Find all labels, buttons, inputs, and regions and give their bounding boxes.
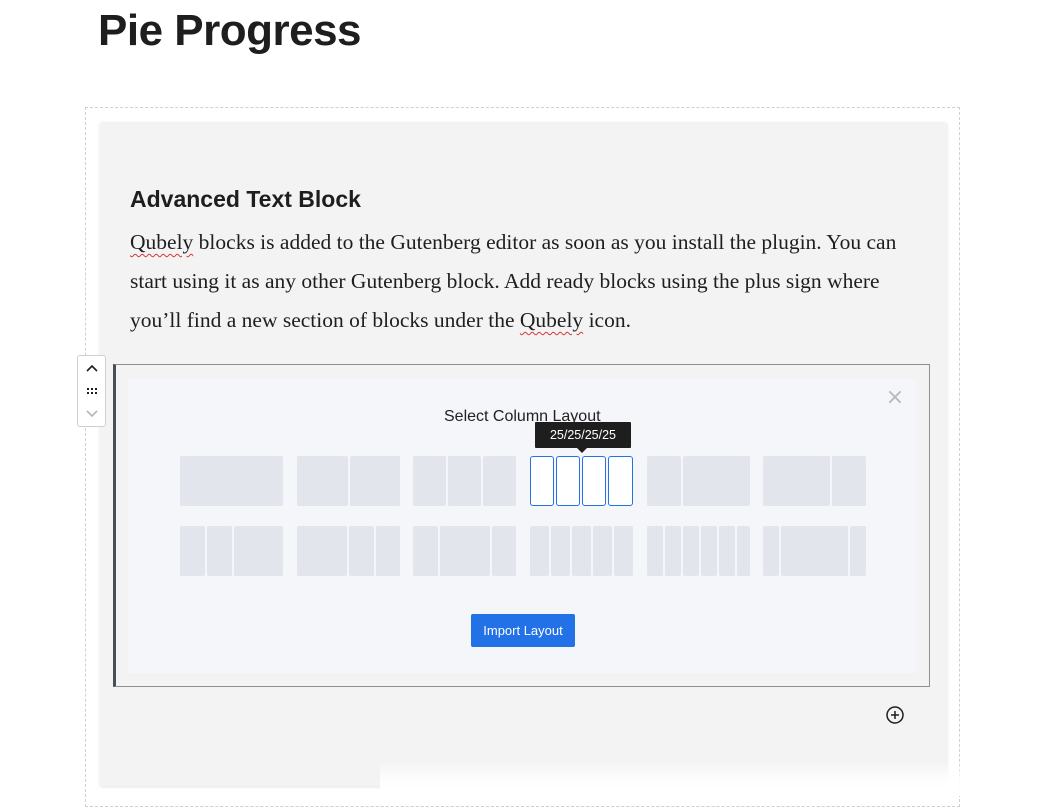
layout-option-25-50-25[interactable]	[413, 526, 516, 576]
layout-option-20-20-20-20-20[interactable]	[530, 526, 633, 576]
layout-column	[608, 456, 633, 506]
move-up-button[interactable]	[78, 357, 105, 379]
paragraph-text: icon.	[583, 308, 631, 332]
layout-column	[647, 526, 663, 576]
drag-handle-icon	[86, 388, 97, 394]
layout-option-50-50[interactable]	[297, 456, 400, 506]
advanced-text-paragraph[interactable]: Qubely blocks is added to the Gutenberg …	[130, 223, 910, 340]
block-mover	[77, 355, 106, 427]
spellcheck-word: Qubely	[519, 308, 584, 332]
layout-option-66-33[interactable]	[763, 456, 866, 506]
layout-tooltip: 25/25/25/25	[535, 422, 631, 453]
layout-column	[781, 526, 848, 576]
layout-column	[614, 526, 633, 576]
layout-column	[492, 526, 516, 576]
layout-option-16-16-16-16-16-16[interactable]	[647, 526, 750, 576]
advanced-text-heading[interactable]: Advanced Text Block	[130, 186, 361, 213]
layout-column	[297, 456, 348, 506]
layout-option-33-66[interactable]	[647, 456, 750, 506]
layout-column	[234, 526, 283, 576]
chevron-down-icon	[85, 410, 98, 418]
layout-column	[297, 526, 347, 576]
layout-column	[763, 456, 830, 506]
chevron-up-icon	[85, 364, 98, 372]
layout-option-33-33-33[interactable]	[413, 456, 516, 506]
layout-column	[440, 526, 490, 576]
layout-option-25-25-50[interactable]	[180, 526, 283, 576]
close-icon[interactable]: ×	[886, 387, 904, 409]
page-title[interactable]: Pie Progress	[98, 6, 362, 56]
layout-column	[413, 456, 446, 506]
layout-column	[701, 526, 717, 576]
layout-column	[413, 526, 438, 576]
layout-column	[180, 526, 205, 576]
layout-column	[530, 456, 554, 506]
import-layout-button[interactable]: Import Layout	[471, 614, 575, 647]
layout-column	[593, 526, 612, 576]
layout-column	[180, 456, 283, 506]
layout-column	[483, 456, 516, 506]
layout-column	[572, 526, 591, 576]
layout-column	[376, 526, 400, 576]
spellcheck-word: Qubely	[130, 230, 194, 254]
layout-column	[647, 456, 681, 506]
layout-column	[582, 456, 606, 506]
layout-column	[349, 526, 374, 576]
layout-column	[350, 456, 400, 506]
layout-column	[551, 526, 570, 576]
paragraph-text: blocks is added to the Gutenberg editor …	[130, 230, 897, 332]
drag-handle[interactable]	[78, 380, 105, 402]
move-down-button[interactable]	[78, 403, 105, 425]
plus-circle-icon[interactable]	[885, 705, 905, 725]
layout-option-50-25-25[interactable]	[297, 526, 400, 576]
layout-column	[763, 526, 779, 576]
layout-column	[556, 456, 580, 506]
layout-column	[683, 456, 750, 506]
layout-column	[850, 526, 866, 576]
layout-column	[530, 526, 549, 576]
layout-column	[665, 526, 681, 576]
layout-column	[737, 526, 750, 576]
layout-column	[683, 526, 699, 576]
layout-column	[719, 526, 735, 576]
layout-column	[207, 526, 232, 576]
layout-option-25-25-25-25[interactable]	[530, 456, 633, 506]
layout-column	[832, 456, 866, 506]
layout-option-100[interactable]	[180, 456, 283, 506]
layout-column	[448, 456, 481, 506]
layout-option-16-66-16[interactable]	[763, 526, 866, 576]
